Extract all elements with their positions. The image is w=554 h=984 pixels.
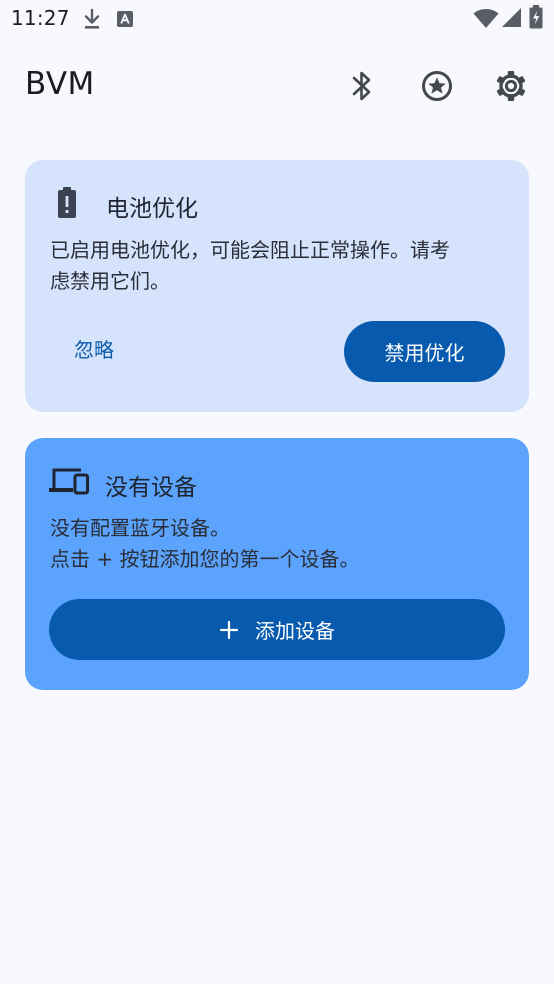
bluetooth-button[interactable]	[338, 62, 386, 110]
battery-card-message-line1: 已启用电池优化，可能会阻止正常操作。请考	[50, 238, 450, 262]
devices-icon	[49, 468, 89, 495]
settings-icon	[496, 71, 526, 101]
star-badge-icon	[422, 71, 452, 101]
add-device-button[interactable]: 添加设备	[49, 599, 505, 660]
devices-card-message-line1: 没有配置蓝牙设备。	[50, 516, 230, 540]
app-title: BVM	[25, 66, 95, 102]
status-bar: 11:27	[0, 0, 554, 40]
disable-optimization-button[interactable]: 禁用优化	[344, 321, 505, 382]
ignore-button[interactable]: 忽略	[44, 324, 144, 372]
wifi-icon	[473, 9, 499, 28]
favorites-button[interactable]	[413, 62, 461, 110]
battery-alert-icon	[58, 187, 76, 218]
battery-card-message: 已启用电池优化，可能会阻止正常操作。请考 虑禁用它们。	[50, 235, 510, 297]
plus-icon	[219, 620, 239, 639]
add-device-label: 添加设备	[255, 619, 335, 643]
battery-charging-icon	[529, 5, 543, 29]
signal-icon	[502, 8, 521, 27]
devices-card-title: 没有设备	[105, 475, 197, 501]
status-time: 11:27	[11, 6, 70, 30]
no-devices-card: 没有设备 没有配置蓝牙设备。 点击 + 按钮添加您的第一个设备。 添加设备	[25, 438, 529, 690]
bluetooth-icon	[352, 71, 371, 101]
keyboard-a-icon	[117, 11, 133, 27]
battery-card-message-line2: 虑禁用它们。	[50, 269, 170, 293]
settings-button[interactable]	[487, 62, 535, 110]
download-icon	[84, 8, 100, 29]
devices-card-message: 没有配置蓝牙设备。 点击 + 按钮添加您的第一个设备。	[50, 513, 510, 575]
battery-card-title: 电池优化	[106, 196, 198, 222]
battery-optimization-card: 电池优化 已启用电池优化，可能会阻止正常操作。请考 虑禁用它们。 忽略 禁用优化	[25, 160, 529, 412]
devices-card-message-line2: 点击 + 按钮添加您的第一个设备。	[50, 547, 360, 571]
